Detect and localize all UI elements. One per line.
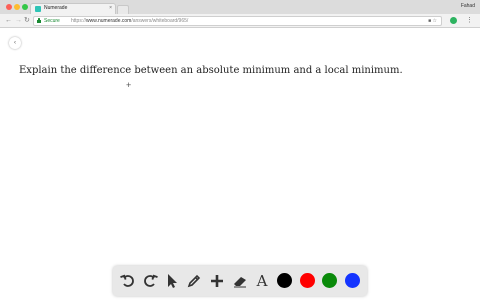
new-tab-button[interactable] [117, 5, 129, 14]
undo-icon[interactable] [120, 273, 136, 289]
collapse-chevron-icon[interactable]: ‹ [9, 37, 21, 49]
browser-menu-icon[interactable]: ⋮ [466, 16, 473, 25]
back-arrow-icon[interactable]: ← [5, 16, 12, 25]
redo-icon[interactable] [142, 273, 158, 289]
forward-arrow-icon[interactable]: → [15, 16, 22, 25]
secure-label: Secure [44, 18, 60, 24]
color-black-swatch[interactable] [277, 273, 292, 288]
color-red-swatch[interactable] [300, 273, 315, 288]
eraser-icon[interactable] [232, 273, 248, 289]
whiteboard-toolbar: A [113, 266, 367, 296]
color-green-swatch[interactable] [322, 273, 337, 288]
maximize-window-button[interactable] [22, 4, 28, 10]
url-text[interactable]: https://www.numerade.com/answers/whitebo… [71, 18, 188, 24]
crosshair-cursor-icon: + [126, 80, 132, 90]
plus-icon[interactable] [209, 273, 225, 289]
pointer-icon[interactable] [164, 273, 180, 289]
browser-tab[interactable]: Numerade × [30, 3, 116, 14]
address-bar[interactable]: Secure https://www.numerade.com/answers/… [33, 16, 442, 26]
browser-titlebar: Numerade × Fahad [0, 0, 480, 14]
minimize-window-button[interactable] [14, 4, 20, 10]
reload-icon[interactable]: ↻ [24, 16, 30, 25]
browser-toolbar: ← → ↻ Secure https://www.numerade.com/an… [0, 14, 480, 28]
color-blue-swatch[interactable] [345, 273, 360, 288]
text-icon[interactable]: A [254, 273, 270, 289]
close-window-button[interactable] [6, 4, 12, 10]
question-text: Explain the difference between an absolu… [19, 65, 403, 76]
extension-icon[interactable] [450, 17, 457, 24]
profile-name[interactable]: Fahad [461, 3, 475, 9]
pencil-icon[interactable] [186, 273, 202, 289]
numerade-favicon-icon [35, 6, 41, 12]
tab-title: Numerade [44, 5, 68, 11]
bookmark-star-icon[interactable]: ■ ☆ [428, 18, 437, 24]
tab-close-icon[interactable]: × [109, 5, 112, 11]
lock-icon [37, 18, 41, 23]
